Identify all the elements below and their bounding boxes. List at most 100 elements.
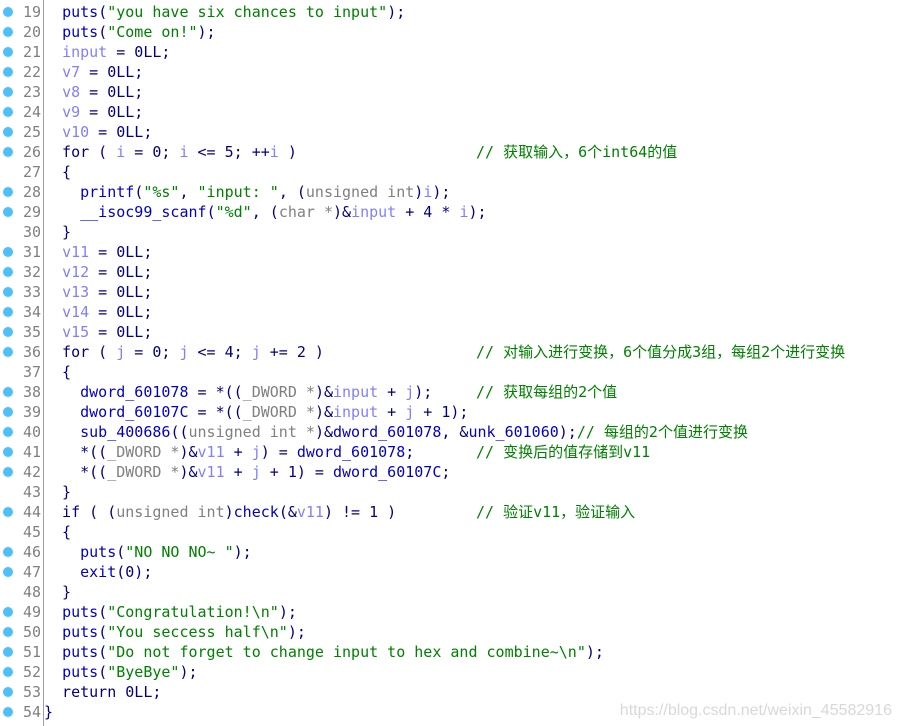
code-line[interactable]: 20 puts("Come on!"); <box>0 22 900 42</box>
code-token: input <box>333 403 379 421</box>
code-token: "ByeBye" <box>107 663 180 681</box>
line-number: 33 <box>22 283 41 301</box>
breakpoint-dot-icon[interactable] <box>3 467 13 477</box>
code-token: = 0LL; <box>80 83 144 101</box>
breakpoint-dot-icon[interactable] <box>3 407 13 417</box>
code-line[interactable]: 35 v15 = 0LL; <box>0 322 900 342</box>
breakpoint-dot-icon[interactable] <box>3 427 13 437</box>
code-line[interactable]: 50 puts("You seccess half\n"); <box>0 622 900 642</box>
breakpoint-dot-icon[interactable] <box>3 287 13 297</box>
breakpoint-dot-icon[interactable] <box>3 687 13 697</box>
breakpoint-dot-icon[interactable] <box>3 247 13 257</box>
code-line[interactable]: 48 } <box>0 582 900 602</box>
code-line[interactable]: 30 } <box>0 222 900 242</box>
breakpoint-dot-icon[interactable] <box>3 7 13 17</box>
breakpoint-dot-icon[interactable] <box>3 647 13 657</box>
code-token: v8 <box>62 83 81 101</box>
breakpoint-dot-icon[interactable] <box>3 447 13 457</box>
breakpoint-dot-icon[interactable] <box>3 27 13 37</box>
breakpoint-dot-icon[interactable] <box>3 107 13 117</box>
code-line[interactable]: 53 return 0LL; <box>0 682 900 702</box>
code-line[interactable]: 46 puts("NO NO NO~ "); <box>0 542 900 562</box>
breakpoint-dot-icon[interactable] <box>3 147 13 157</box>
code-token: ( <box>98 623 108 641</box>
code-token: )& <box>314 383 333 401</box>
code-token: v11 <box>296 503 324 521</box>
code-line[interactable]: 44 if ( (unsigned int)check(&v11) != 1 )… <box>0 502 900 522</box>
breakpoint-dot-icon[interactable] <box>3 207 13 217</box>
code-line[interactable]: 40 sub_400686((unsigned int *)&dword_601… <box>0 422 900 442</box>
code-token: ( <box>98 643 108 661</box>
line-number: 41 <box>22 443 41 461</box>
code-token: __isoc99_scanf <box>80 203 207 221</box>
code-line[interactable]: 33 v13 = 0LL; <box>0 282 900 302</box>
breakpoint-dot-icon[interactable] <box>3 547 13 557</box>
code-line[interactable]: 24 v9 = 0LL; <box>0 102 900 122</box>
code-line[interactable]: 34 v14 = 0LL; <box>0 302 900 322</box>
code-line[interactable]: 41 *((_DWORD *)&v11 + j) = dword_601078;… <box>0 442 900 462</box>
code-token: ) = <box>260 443 297 461</box>
code-token: + <box>224 443 252 461</box>
code-line[interactable]: 47 exit(0); <box>0 562 900 582</box>
code-token: = 0LL; <box>80 103 144 121</box>
code-token: , ( <box>278 183 306 201</box>
code-line[interactable]: 45 { <box>0 522 900 542</box>
code-line[interactable]: 49 puts("Congratulation!\n"); <box>0 602 900 622</box>
code-token: // 每组的2个值进行变换 <box>576 423 748 441</box>
code-line[interactable]: 36 for ( j = 0; j <= 4; j += 2 ) // 对输入进行… <box>0 342 900 362</box>
code-token: check <box>233 503 279 521</box>
code-line[interactable]: 43 } <box>0 482 900 502</box>
code-token: i <box>179 143 189 161</box>
code-line[interactable]: 21 input = 0LL; <box>0 42 900 62</box>
code-line[interactable]: 28 printf("%s", "input: ", (unsigned int… <box>0 182 900 202</box>
code-line[interactable]: 52 puts("ByeBye"); <box>0 662 900 682</box>
line-number: 31 <box>22 243 41 261</box>
code-line[interactable]: 22 v7 = 0LL; <box>0 62 900 82</box>
breakpoint-dot-icon[interactable] <box>3 327 13 337</box>
code-line[interactable]: 27 { <box>0 162 900 182</box>
breakpoint-dot-icon[interactable] <box>3 607 13 617</box>
code-line[interactable]: 51 puts("Do not forget to change input t… <box>0 642 900 662</box>
breakpoint-dot-icon[interactable] <box>3 567 13 577</box>
code-token: v11 <box>197 443 225 461</box>
breakpoint-dot-icon[interactable] <box>3 627 13 637</box>
breakpoint-dot-icon[interactable] <box>3 127 13 137</box>
code-token: )& <box>314 423 333 441</box>
breakpoint-dot-icon[interactable] <box>3 67 13 77</box>
line-number: 49 <box>22 603 41 621</box>
breakpoint-dot-icon[interactable] <box>3 347 13 357</box>
code-token: *(( <box>44 443 108 461</box>
code-token: v13 <box>62 283 90 301</box>
code-line[interactable]: 31 v11 = 0LL; <box>0 242 900 262</box>
breakpoint-dot-icon[interactable] <box>3 307 13 317</box>
breakpoint-dot-icon[interactable] <box>3 47 13 57</box>
pseudocode-view[interactable]: 19 puts("you have six chances to input")… <box>0 2 900 722</box>
code-token: j <box>405 383 415 401</box>
code-line[interactable]: 39 dword_60107C = *((_DWORD *)&input + j… <box>0 402 900 422</box>
breakpoint-dot-icon[interactable] <box>3 667 13 677</box>
code-line[interactable]: 19 puts("you have six chances to input")… <box>0 2 900 22</box>
line-number: 39 <box>22 403 41 421</box>
breakpoint-dot-icon[interactable] <box>3 87 13 97</box>
breakpoint-dot-icon[interactable] <box>3 267 13 277</box>
code-line[interactable]: 26 for ( i = 0; i <= 5; ++i )// 获取输入，6个i… <box>0 142 900 162</box>
code-token: dword_60107C <box>333 463 442 481</box>
code-line[interactable]: 29 __isoc99_scanf("%d", (char *)&input +… <box>0 202 900 222</box>
code-line[interactable]: 32 v12 = 0LL; <box>0 262 900 282</box>
code-line[interactable]: 42 *((_DWORD *)&v11 + j + 1) = dword_601… <box>0 462 900 482</box>
breakpoint-dot-icon[interactable] <box>3 187 13 197</box>
code-line[interactable]: 37 { <box>0 362 900 382</box>
code-token: _DWORD * <box>107 443 180 461</box>
code-token: = 0LL; <box>89 303 153 321</box>
code-line[interactable]: 38 dword_601078 = *((_DWORD *)&input + j… <box>0 382 900 402</box>
line-number: 27 <box>22 163 41 181</box>
code-line[interactable]: 25 v10 = 0LL; <box>0 122 900 142</box>
breakpoint-dot-icon[interactable] <box>3 387 13 397</box>
breakpoint-dot-icon[interactable] <box>3 707 13 717</box>
code-text: v14 = 0LL; <box>44 302 152 322</box>
code-line[interactable]: 23 v8 = 0LL; <box>0 82 900 102</box>
breakpoint-dot-icon[interactable] <box>3 507 13 517</box>
